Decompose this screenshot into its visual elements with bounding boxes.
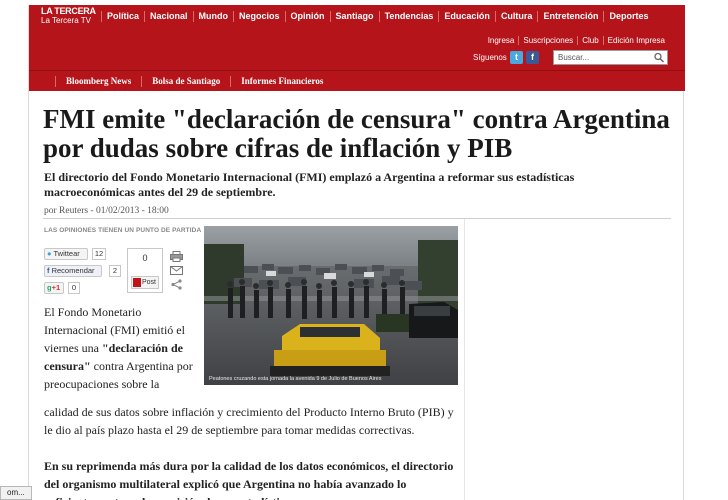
article-paragraph-1: El Fondo Monetario Internacional (FMI) e… xyxy=(44,305,193,391)
nav-negocios[interactable]: Negocios xyxy=(233,10,285,22)
follow-label: Síguenos xyxy=(473,53,507,62)
print-icon[interactable] xyxy=(170,249,183,262)
status-bar: om... xyxy=(0,486,32,500)
article-lead: El directorio del Fondo Monetario Intern… xyxy=(44,170,575,199)
site-logo[interactable]: LA TERCERA La Tercera TV xyxy=(29,7,101,25)
nav-mundo[interactable]: Mundo xyxy=(192,10,234,22)
email-icon[interactable] xyxy=(170,263,183,275)
search-placeholder: Buscar... xyxy=(558,53,590,62)
nav-santiago[interactable]: Santiago xyxy=(329,10,379,22)
article-paragraph-1-cont: calidad de sus datos sobre inflación y c… xyxy=(44,405,454,437)
share-widget: LAS OPINIONES TIENEN UN PUNTO DE PARTIDA… xyxy=(44,227,202,296)
main-nav: Política Nacional Mundo Negocios Opinión… xyxy=(101,5,653,27)
section-informes[interactable]: Informes Financieros xyxy=(230,75,333,87)
logo-text: LA TERCERA xyxy=(41,6,96,16)
subscriptions-link[interactable]: Suscripciones xyxy=(518,36,577,45)
nav-cultura[interactable]: Cultura xyxy=(494,10,538,22)
section-bolsa[interactable]: Bolsa de Santiago xyxy=(141,75,230,87)
tweet-button[interactable]: ● Twittear xyxy=(44,248,88,260)
article-photo: Peatones cruzando esta jornada la avenid… xyxy=(204,226,458,385)
nav-opinion[interactable]: Opinión xyxy=(284,10,330,22)
utility-links: Ingresa Suscripciones Club Edición Impre… xyxy=(484,36,669,45)
article-paragraph-2: En su reprimenda más dura por la calidad… xyxy=(44,459,454,500)
search-icon[interactable] xyxy=(653,52,665,63)
print-edition-link[interactable]: Edición Impresa xyxy=(602,36,669,45)
gplus-count: 0 xyxy=(68,282,80,294)
page-container: LA TERCERA La Tercera TV Política Nacion… xyxy=(28,5,685,500)
nav-nacional[interactable]: Nacional xyxy=(144,10,193,22)
login-link[interactable]: Ingresa xyxy=(484,36,519,45)
tv-link[interactable]: La Tercera TV xyxy=(41,17,101,25)
nav-tendencias[interactable]: Tendencias xyxy=(378,10,439,22)
post-button[interactable]: Post xyxy=(131,276,159,289)
comments-box[interactable]: 0 Post xyxy=(127,248,163,293)
nav-politica[interactable]: Política xyxy=(101,10,144,22)
share-side-icons xyxy=(170,249,184,291)
tweet-count: 12 xyxy=(92,248,106,260)
photo-caption: Peatones cruzando esta jornada la avenid… xyxy=(209,376,382,382)
section-nav: Bloomberg News Bolsa de Santiago Informe… xyxy=(29,70,685,91)
share-title: LAS OPINIONES TIENEN UN PUNTO DE PARTIDA xyxy=(44,227,202,234)
nav-deportes[interactable]: Deportes xyxy=(603,10,653,22)
facebook-count: 2 xyxy=(109,265,121,277)
facebook-recommend-button[interactable]: f Recomendar xyxy=(44,265,102,277)
gplus-button[interactable]: g+1 xyxy=(44,282,64,294)
post-icon xyxy=(133,278,141,287)
twitter-follow-icon[interactable]: t xyxy=(510,51,523,64)
comments-count: 0 xyxy=(142,253,148,263)
club-link[interactable]: Club xyxy=(577,36,602,45)
search-input[interactable]: Buscar... xyxy=(553,50,668,65)
nav-entretencion[interactable]: Entretención xyxy=(537,10,603,22)
utility-band: Ingresa Suscripciones Club Edición Impre… xyxy=(29,27,685,70)
top-nav-bar: LA TERCERA La Tercera TV Política Nacion… xyxy=(29,5,685,27)
facebook-follow-icon[interactable]: f xyxy=(526,51,539,64)
column-divider xyxy=(464,219,465,500)
article-byline: por Reuters - 01/02/2013 - 18:00 xyxy=(44,206,169,216)
share-icon[interactable] xyxy=(170,277,183,290)
article-title: FMI emite "declaración de censura" contr… xyxy=(43,104,670,163)
divider xyxy=(43,218,671,219)
street-scene-image xyxy=(204,226,458,385)
section-bloomberg[interactable]: Bloomberg News xyxy=(55,75,141,87)
nav-educacion[interactable]: Educación xyxy=(438,10,495,22)
